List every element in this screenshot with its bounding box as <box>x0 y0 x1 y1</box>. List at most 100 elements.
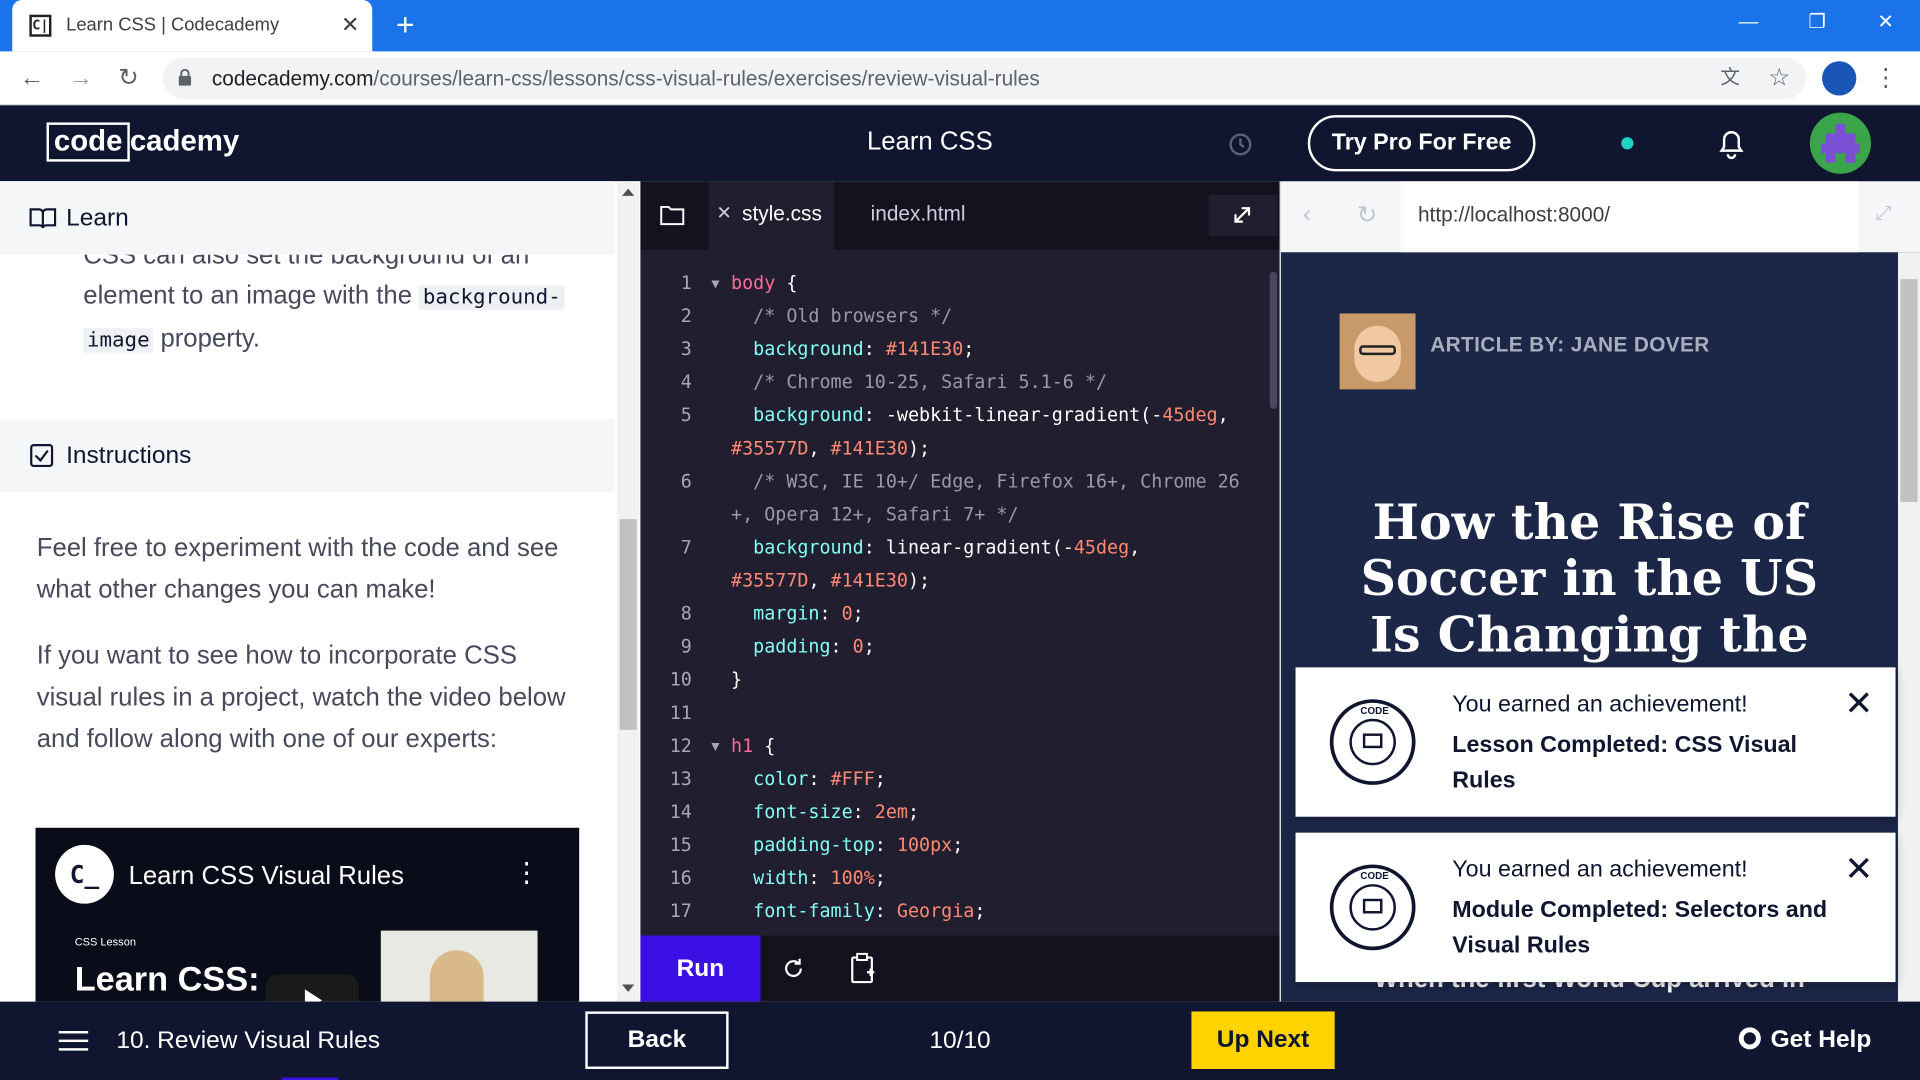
preview-url-field[interactable]: http://localhost:8000/ <box>1400 181 1859 253</box>
line-code: width: 100%; <box>731 862 886 895</box>
window-close-icon[interactable]: ✕ <box>1866 7 1905 39</box>
code-background-part2: image <box>83 328 154 353</box>
code-token: #141E30 <box>830 569 908 592</box>
back-arrow-icon[interactable]: ← <box>15 61 49 95</box>
line-number: 16 <box>669 866 692 889</box>
url-path: /courses/learn-css/lessons/css-visual-ru… <box>373 67 1040 91</box>
fold-arrow-icon[interactable]: ▼ <box>711 267 719 300</box>
bullet-line3-suffix: property. <box>160 324 261 353</box>
toast-achievement: Module Completed: Selectors and Visual R… <box>1452 897 1828 959</box>
preview-refresh-icon[interactable]: ↻ <box>1357 200 1378 231</box>
toast-close-icon[interactable]: ✕ <box>1842 852 1876 886</box>
profile-avatar[interactable] <box>1822 61 1857 96</box>
article-byline: ARTICLE BY: JANE DOVER <box>1430 333 1710 357</box>
code-token: #141E30 <box>885 337 964 361</box>
run-button[interactable]: Run <box>640 935 761 1002</box>
try-pro-button[interactable]: Try Pro For Free <box>1307 115 1536 172</box>
hamburger-menu-icon[interactable] <box>58 1031 89 1053</box>
preview-scrollbar-thumb[interactable] <box>1900 279 1918 503</box>
code-token: 45deg <box>1073 536 1130 559</box>
video-presenter-thumbnail <box>380 930 538 1002</box>
lifebuoy-icon <box>1738 1027 1761 1050</box>
fold-arrow-icon[interactable]: ▼ <box>711 730 719 763</box>
more-menu-icon[interactable]: ⋮ <box>1869 61 1903 95</box>
video-title: Learn CSS Visual Rules <box>128 862 404 891</box>
code-token: /* Chrome 10-25, Safari 5.1-6 */ <box>731 371 1108 394</box>
user-avatar[interactable] <box>1809 112 1872 174</box>
preview-url-text: http://localhost:8000/ <box>1417 203 1611 227</box>
code-token: , <box>808 569 831 592</box>
code-token: /* Old browsers */ <box>731 304 953 327</box>
line-code: } <box>731 664 742 697</box>
tab-style-css[interactable]: ✕ style.css <box>708 181 834 250</box>
code-token: ); <box>907 569 931 592</box>
line-number: 14 <box>669 800 692 823</box>
learn-title: Learn <box>66 204 129 232</box>
tab-index-html[interactable]: index.html <box>871 202 966 226</box>
bell-icon[interactable] <box>1717 127 1746 160</box>
address-bar[interactable]: codecademy.com/courses/learn-css/lessons… <box>162 57 1807 100</box>
translate-icon[interactable]: 文 <box>1713 61 1747 95</box>
code-token: { <box>753 734 776 757</box>
new-tab-button[interactable]: + <box>389 7 421 41</box>
code-token: padding-top <box>731 833 875 856</box>
reset-icon[interactable] <box>781 956 805 980</box>
tab-close-icon[interactable]: ✕ <box>336 10 365 39</box>
video-embed[interactable]: C_ Learn CSS Visual Rules ⋮ CSS Lesson L… <box>35 827 580 1002</box>
copy-to-clipboard-icon[interactable] <box>850 952 877 985</box>
code-token: } <box>731 668 743 691</box>
instructions-section-header[interactable]: Instructions <box>0 418 615 493</box>
toast-heading: You earned an achievement! <box>1452 691 1748 718</box>
code-token: h1 <box>731 734 754 757</box>
video-play-button[interactable] <box>265 974 359 1002</box>
code-editor: ✕ style.css index.html 1 ▼ body {2 /* Old … <box>640 181 1280 1002</box>
achievement-toast: CODE You earned an achievement! Module C… <box>1295 832 1896 983</box>
lesson-scrollbar-thumb[interactable] <box>619 519 637 730</box>
line-code: margin: 0; <box>731 598 864 631</box>
code-token: #141E30 <box>830 437 908 460</box>
code-token: 0 <box>841 602 853 625</box>
line-number: 3 <box>680 337 692 361</box>
lesson-name[interactable]: 10. Review Visual Rules <box>116 1027 380 1055</box>
tab-style-css-label: style.css <box>742 202 822 226</box>
code-token: : <box>830 635 853 658</box>
expand-editor-icon[interactable] <box>1208 194 1278 237</box>
code-token: 45deg <box>1162 404 1218 427</box>
browser-tab[interactable]: C| Learn CSS | Codecademy ✕ <box>12 0 373 52</box>
instructions-title: Instructions <box>66 442 192 469</box>
folder-icon[interactable] <box>660 204 685 226</box>
code-token: ; <box>963 337 975 361</box>
back-button[interactable]: Back <box>585 1011 729 1069</box>
codecademy-logo[interactable]: code cademy <box>46 122 240 164</box>
up-next-button[interactable]: Up Next <box>1191 1011 1335 1069</box>
code-token: background <box>731 337 864 361</box>
code-token: : <box>808 866 831 889</box>
author-glasses <box>1359 345 1396 356</box>
restore-icon[interactable]: ❐ <box>1798 7 1837 39</box>
code-token: : <box>819 602 842 625</box>
video-menu-icon[interactable]: ⋮ <box>513 857 540 889</box>
editor-scrollbar-thumb[interactable] <box>1269 271 1278 409</box>
code-token: background <box>731 536 864 559</box>
toast-achievement: Lesson Completed: CSS Visual Rules <box>1452 732 1798 794</box>
star-icon[interactable]: ☆ <box>1762 61 1796 95</box>
alarm-clock-icon[interactable] <box>1227 130 1254 157</box>
preview-expand-icon[interactable]: ⤢ <box>1876 203 1892 225</box>
tab-close-icon[interactable]: ✕ <box>716 202 731 224</box>
forward-arrow-icon[interactable]: → <box>64 61 98 95</box>
get-help-button[interactable]: Get Help <box>1738 1026 1871 1054</box>
preview-back-icon[interactable]: ‹ <box>1303 201 1311 229</box>
toast-close-icon[interactable]: ✕ <box>1842 686 1876 721</box>
scroll-down-icon[interactable] <box>622 984 635 992</box>
codecademy-channel-icon: C_ <box>55 844 114 904</box>
learn-section-header[interactable]: Learn <box>0 181 615 255</box>
achievement-toast: CODE You earned an achievement! Lesson C… <box>1295 667 1896 817</box>
minimize-icon[interactable]: — <box>1729 7 1768 39</box>
code-token: #FFF <box>830 767 875 790</box>
reload-icon[interactable]: ↻ <box>111 61 145 95</box>
code-token: body <box>731 271 776 294</box>
codecademy-favicon-icon: C| <box>29 14 52 37</box>
line-number: 2 <box>680 304 692 327</box>
scroll-up-icon[interactable] <box>622 188 635 196</box>
code-token: , <box>808 437 831 460</box>
